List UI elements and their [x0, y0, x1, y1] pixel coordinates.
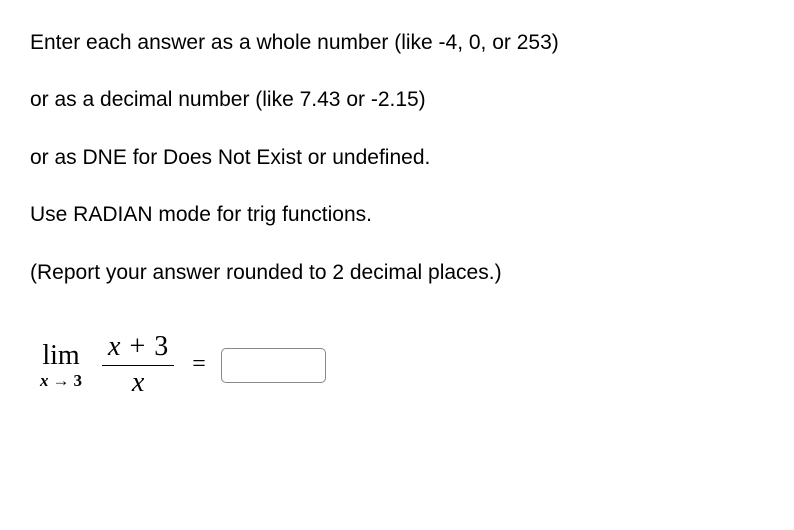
instruction-line-1: Enter each answer as a whole number (lik… — [30, 28, 764, 57]
numerator-operator: + — [127, 331, 147, 362]
fraction-expression: x + 3 x — [102, 332, 174, 399]
numerator-constant: 3 — [154, 331, 168, 362]
limit-approach: x → 3 — [40, 372, 82, 389]
limit-value: 3 — [74, 372, 83, 389]
instruction-line-2: or as a decimal number (like 7.43 or -2.… — [30, 85, 764, 114]
instruction-line-3: or as DNE for Does Not Exist or undefine… — [30, 143, 764, 172]
limit-variable: x — [40, 372, 49, 389]
numerator: x + 3 — [102, 332, 174, 366]
instruction-line-4: Use RADIAN mode for trig functions. — [30, 200, 764, 229]
numerator-variable: x — [108, 331, 120, 362]
denominator: x — [132, 366, 144, 399]
arrow-right-icon: → — [53, 372, 70, 389]
instruction-line-5: (Report your answer rounded to 2 decimal… — [30, 258, 764, 287]
equals-sign: = — [192, 348, 206, 382]
limit-problem: lim x → 3 x + 3 x = — [30, 332, 764, 399]
limit-expression: lim x → 3 — [40, 342, 82, 389]
answer-input[interactable] — [221, 348, 326, 383]
limit-label: lim — [42, 342, 79, 370]
instructions-block: Enter each answer as a whole number (lik… — [30, 28, 764, 287]
